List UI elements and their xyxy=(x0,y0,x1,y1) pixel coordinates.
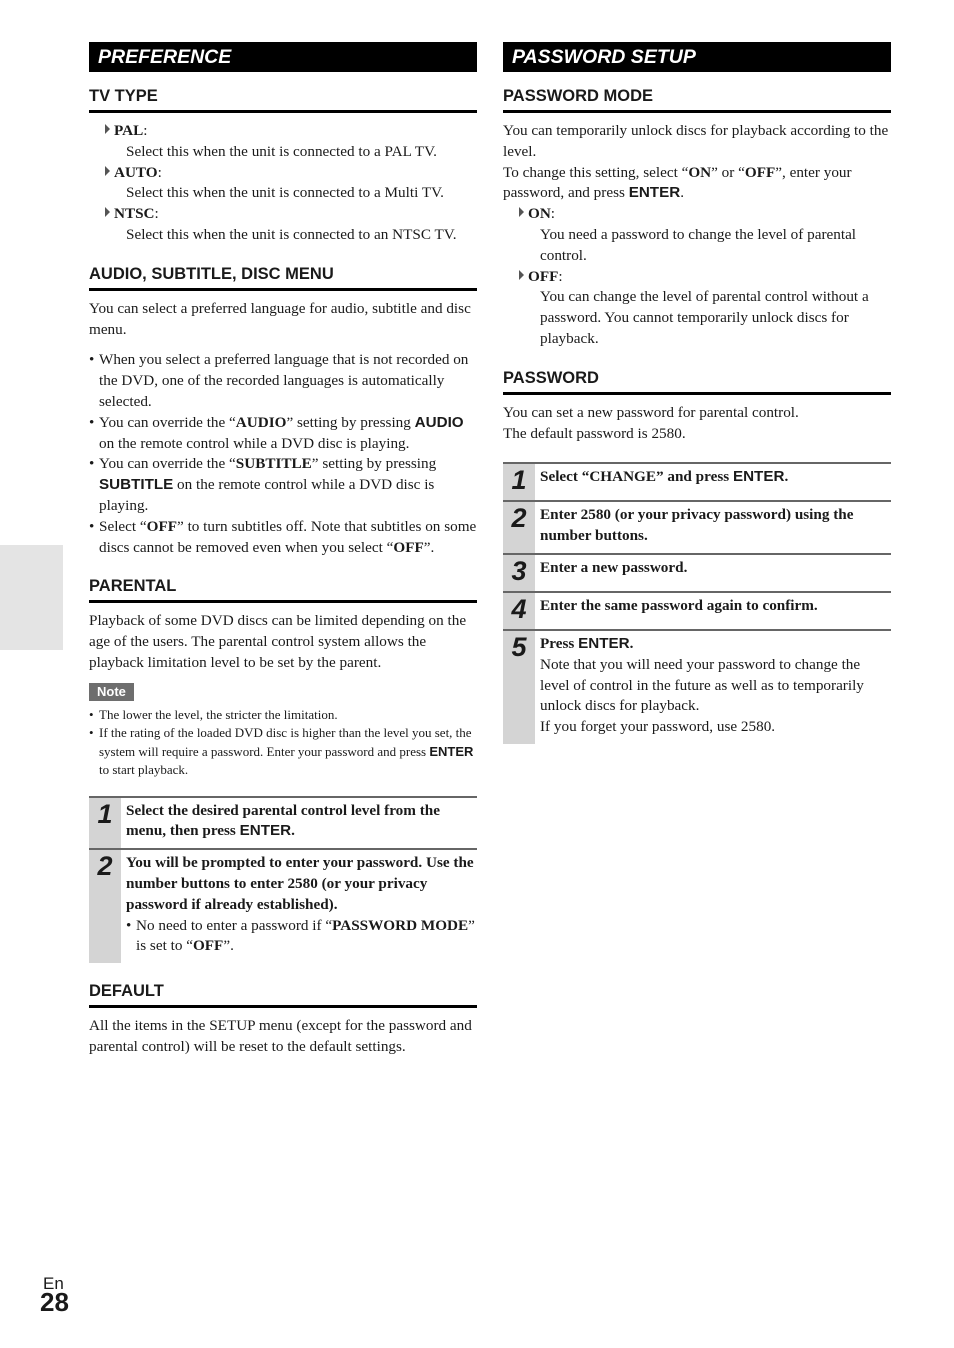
audio-bullet: You can override the “AUDIO” setting by … xyxy=(89,413,477,455)
tv-type-option-ntsc: NTSC: Select this when the unit is conne… xyxy=(105,204,477,246)
triangle-bullet-icon xyxy=(519,207,524,218)
audio-bullet: You can override the “SUBTITLE” setting … xyxy=(89,454,477,516)
left-column: PREFERENCE TV TYPE PAL: Select this when… xyxy=(89,42,477,1058)
audio-intro: You can select a preferred language for … xyxy=(89,299,471,338)
step-row: 2 You will be prompted to enter your pas… xyxy=(89,848,477,964)
note-item: If the rating of the loaded DVD disc is … xyxy=(89,724,477,780)
triangle-bullet-icon xyxy=(105,165,110,176)
step-row: 1 Select the desired parental control le… xyxy=(89,795,477,849)
note-list: The lower the level, the stricter the li… xyxy=(89,706,477,780)
password-heading: PASSWORD xyxy=(503,368,891,395)
side-tab-marker xyxy=(0,545,63,650)
password-p1: You can set a new password for parental … xyxy=(503,403,799,421)
password-mode-p1: You can temporarily unlock discs for pla… xyxy=(503,122,889,160)
preference-banner: PREFERENCE xyxy=(89,42,477,72)
password-mode-p2: To change this setting, select “ON” or “… xyxy=(503,163,852,202)
tv-type-heading: TV TYPE xyxy=(89,86,477,113)
note-item: The lower the level, the stricter the li… xyxy=(89,706,477,725)
triangle-bullet-icon xyxy=(105,124,110,134)
password-steps: 1 Select “CHANGE” and press ENTER. 2 Ent… xyxy=(503,462,891,744)
note-badge: Note xyxy=(89,682,134,701)
step-row: 1 Select “CHANGE” and press ENTER. xyxy=(503,462,891,501)
password-mode-heading: PASSWORD MODE xyxy=(503,86,891,113)
audio-bullets: When you select a preferred language tha… xyxy=(89,350,477,558)
password-mode-option-off: OFF: You can change the level of parenta… xyxy=(519,267,891,350)
triangle-bullet-icon xyxy=(519,269,524,280)
step-row: 5 Press ENTER. Note that you will need y… xyxy=(503,628,891,744)
password-setup-banner: PASSWORD SETUP xyxy=(503,42,891,72)
audio-bullet: When you select a preferred language tha… xyxy=(89,350,477,412)
step-number: 2 xyxy=(89,850,121,964)
audio-bullet: Select “OFF” to turn subtitles off. Note… xyxy=(89,517,477,559)
step-row: 4 Enter the same password again to confi… xyxy=(503,590,891,629)
right-column: PASSWORD SETUP PASSWORD MODE You can tem… xyxy=(503,42,891,744)
step-row: 3 Enter a new password. xyxy=(503,552,891,591)
parental-heading: PARENTAL xyxy=(89,576,477,604)
default-heading: DEFAULT xyxy=(89,981,477,1009)
page-number: 28 xyxy=(40,1287,69,1317)
password-mode-option-on: ON: You need a password to change the le… xyxy=(519,204,891,266)
default-text: All the items in the SETUP menu (except … xyxy=(89,1017,472,1055)
step-row: 2 Enter 2580 (or your privacy password) … xyxy=(503,500,891,553)
tv-type-option-pal: PAL: Select this when the unit is connec… xyxy=(105,121,477,163)
audio-subtitle-heading: AUDIO, SUBTITLE, DISC MENU xyxy=(89,264,477,291)
parental-intro: Playback of some DVD discs can be limite… xyxy=(89,612,467,671)
password-p2: The default password is 2580. xyxy=(503,424,686,442)
tv-type-option-auto: AUTO: Select this when the unit is conne… xyxy=(105,163,477,205)
step-number: 1 xyxy=(89,797,121,849)
triangle-bullet-icon xyxy=(105,207,110,218)
parental-steps: 1 Select the desired parental control le… xyxy=(89,795,477,964)
